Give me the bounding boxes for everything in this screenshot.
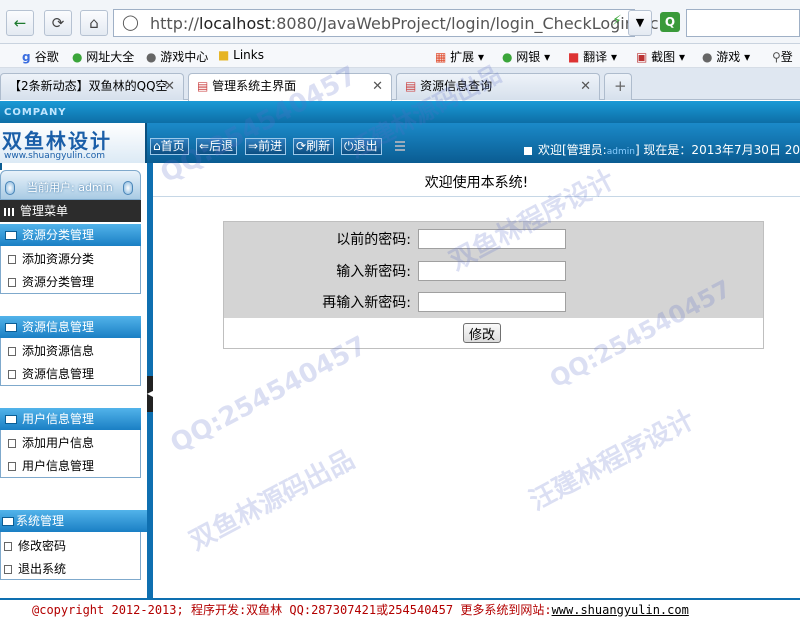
sidebar-item-add-user[interactable]: 添加用户信息	[8, 434, 94, 451]
logo: 双鱼林设计 www.shuangyulin.com	[0, 123, 147, 163]
bookmark-games2[interactable]: ● 游戏 ▾	[702, 48, 750, 65]
logout-nav-button[interactable]: ⏻退出	[341, 138, 382, 155]
back-button[interactable]: ←	[6, 10, 34, 36]
bookmark-extensions[interactable]: ▦ 扩展 ▾	[435, 48, 484, 65]
watermark: QQ:254540457	[165, 330, 372, 460]
sidebar-item-manage-user[interactable]: 用户信息管理	[8, 457, 94, 474]
old-password-label: 以前的密码:	[336, 232, 411, 248]
username-link[interactable]: admin	[607, 147, 635, 157]
logo-url: www.shuangyulin.com	[4, 151, 105, 161]
menu-grid-icon	[4, 208, 16, 216]
home-nav-button[interactable]: ⌂首页	[150, 138, 189, 155]
welcome-text: 欢迎[管理员:admin] 现在是：2013年7月30日 20:3	[524, 141, 800, 158]
chevron-left-icon: ◀	[147, 389, 154, 398]
bookmark-login[interactable]: ⚲登	[772, 48, 793, 65]
tab-qzone[interactable]: 【2条新动态】双鱼林的QQ空 ✕	[0, 73, 184, 100]
submit-button[interactable]: 修改	[463, 323, 501, 343]
group-header-system[interactable]: 系统管理	[0, 510, 147, 532]
watermark: 汪建林程序设计	[524, 404, 700, 517]
page-icon	[8, 439, 16, 448]
confirm-password-input[interactable]	[418, 292, 566, 312]
sidebar-item-logout[interactable]: 退出系统	[4, 560, 66, 577]
lightning-icon: ⚡	[612, 13, 622, 29]
page-icon	[8, 278, 16, 287]
sidebar-item-manage-category[interactable]: 资源分类管理	[8, 273, 94, 290]
bookmark-games[interactable]: ● 游戏中心	[146, 48, 208, 65]
bookmark-screenshot[interactable]: ▣ 截图 ▾	[636, 48, 685, 65]
back-nav-button[interactable]: ⇐后退	[196, 138, 238, 155]
current-user-bar: 当前用户: admin	[0, 170, 141, 200]
url-dropdown-button[interactable]: ▼	[628, 10, 652, 36]
current-user-label: 当前用户: admin	[27, 181, 113, 194]
page-icon	[8, 255, 16, 264]
top-strip: COMPANY	[0, 101, 800, 123]
pin-icon	[5, 181, 15, 195]
url-bar[interactable]: ◯ http://localhost:8080/JavaWebProject/l…	[113, 9, 659, 37]
collapse-handle[interactable]: ◀	[147, 376, 153, 412]
bookmark-bank[interactable]: ● 网银 ▾	[502, 48, 550, 65]
back-icon: ←	[13, 14, 27, 32]
page-icon	[8, 462, 16, 471]
power-icon: ⏻	[344, 139, 354, 153]
folder-icon	[5, 231, 17, 240]
url-text: http://localhost:8080/JavaWebProject/log…	[150, 14, 659, 33]
chevron-down-icon: ▼	[635, 16, 645, 29]
page-icon	[4, 542, 12, 551]
tab-resource-query[interactable]: ▤ 资源信息查询 ✕	[396, 73, 600, 100]
sidebar-item-add-resource[interactable]: 添加资源信息	[8, 342, 94, 359]
refresh-icon: ⟳	[296, 139, 307, 153]
menu-grid-icon	[395, 141, 405, 151]
new-password-label: 输入新密码:	[336, 264, 411, 280]
menu-title: 管理菜单	[0, 200, 141, 222]
new-password-input[interactable]	[418, 261, 566, 281]
home-icon: ⌂	[89, 14, 99, 32]
folder-icon	[2, 517, 14, 526]
footer-site-link[interactable]: www.shuangyulin.com	[552, 603, 689, 617]
home-button[interactable]: ⌂	[80, 10, 108, 36]
old-password-input[interactable]	[418, 229, 566, 249]
bookmark-urls[interactable]: ● 网址大全	[72, 48, 134, 65]
home-icon: ⌂	[153, 139, 161, 153]
bookmark-links[interactable]: ■ Links	[218, 48, 264, 62]
close-icon[interactable]: ✕	[164, 74, 175, 99]
group-header-resource-category[interactable]: 资源分类管理	[0, 224, 141, 246]
search-box[interactable]	[686, 9, 800, 37]
folder-icon	[5, 415, 17, 424]
refresh-button[interactable]: ⟳	[44, 10, 72, 36]
sidebar-item-change-password[interactable]: 修改密码	[4, 537, 66, 554]
new-tab-button[interactable]: +	[604, 73, 632, 100]
search-engine-icon[interactable]: Q	[660, 12, 680, 32]
group-header-user-info[interactable]: 用户信息管理	[0, 408, 141, 430]
arrow-left-icon: ⇐	[199, 139, 210, 153]
group-header-resource-info[interactable]: 资源信息管理	[0, 316, 141, 338]
bookmark-translate[interactable]: ■ 翻译 ▾	[568, 48, 617, 65]
watermark: 双鱼林源码出品	[184, 444, 360, 557]
page-title: 欢迎使用本系统!	[153, 170, 800, 197]
tab-bar: 【2条新动态】双鱼林的QQ空 ✕ ▤ 管理系统主界面 ✕ ▤ 资源信息查询 ✕ +	[0, 68, 800, 101]
forward-nav-button[interactable]: ⇒前进	[245, 138, 287, 155]
logo-text: 双鱼林设计	[2, 129, 112, 153]
page-icon	[8, 347, 16, 356]
folder-icon	[5, 323, 17, 332]
refresh-nav-button[interactable]: ⟳刷新	[293, 138, 335, 155]
bookmark-google[interactable]: g 谷歌	[22, 48, 59, 65]
close-icon[interactable]: ✕	[580, 74, 591, 99]
browser-toolbar: ← ⟳ ⌂ ◯ http://localhost:8080/JavaWebPro…	[0, 0, 800, 44]
close-icon[interactable]: ✕	[372, 74, 383, 99]
confirm-password-label: 再输入新密码:	[322, 295, 411, 311]
footer: @copyright 2012-2013; 程序开发:双鱼林 QQ:287307…	[0, 598, 800, 621]
page-icon	[8, 370, 16, 379]
shield-icon: ◯	[122, 13, 139, 31]
change-password-form: 以前的密码: 输入新密码: 再输入新密码: 修改	[223, 221, 764, 349]
arrow-right-icon: ⇒	[248, 139, 259, 153]
company-label: COMPANY	[4, 107, 67, 118]
tab-main[interactable]: ▤ 管理系统主界面 ✕	[188, 73, 392, 101]
page-icon	[4, 565, 12, 574]
sidebar-item-add-category[interactable]: 添加资源分类	[8, 250, 94, 267]
bookmarks-bar: g 谷歌 ● 网址大全 ● 游戏中心 ■ Links ▦ 扩展 ▾ ● 网银 ▾…	[0, 44, 800, 68]
pin-icon	[123, 181, 133, 195]
refresh-icon: ⟳	[51, 14, 65, 32]
sidebar-item-manage-resource[interactable]: 资源信息管理	[8, 365, 94, 382]
